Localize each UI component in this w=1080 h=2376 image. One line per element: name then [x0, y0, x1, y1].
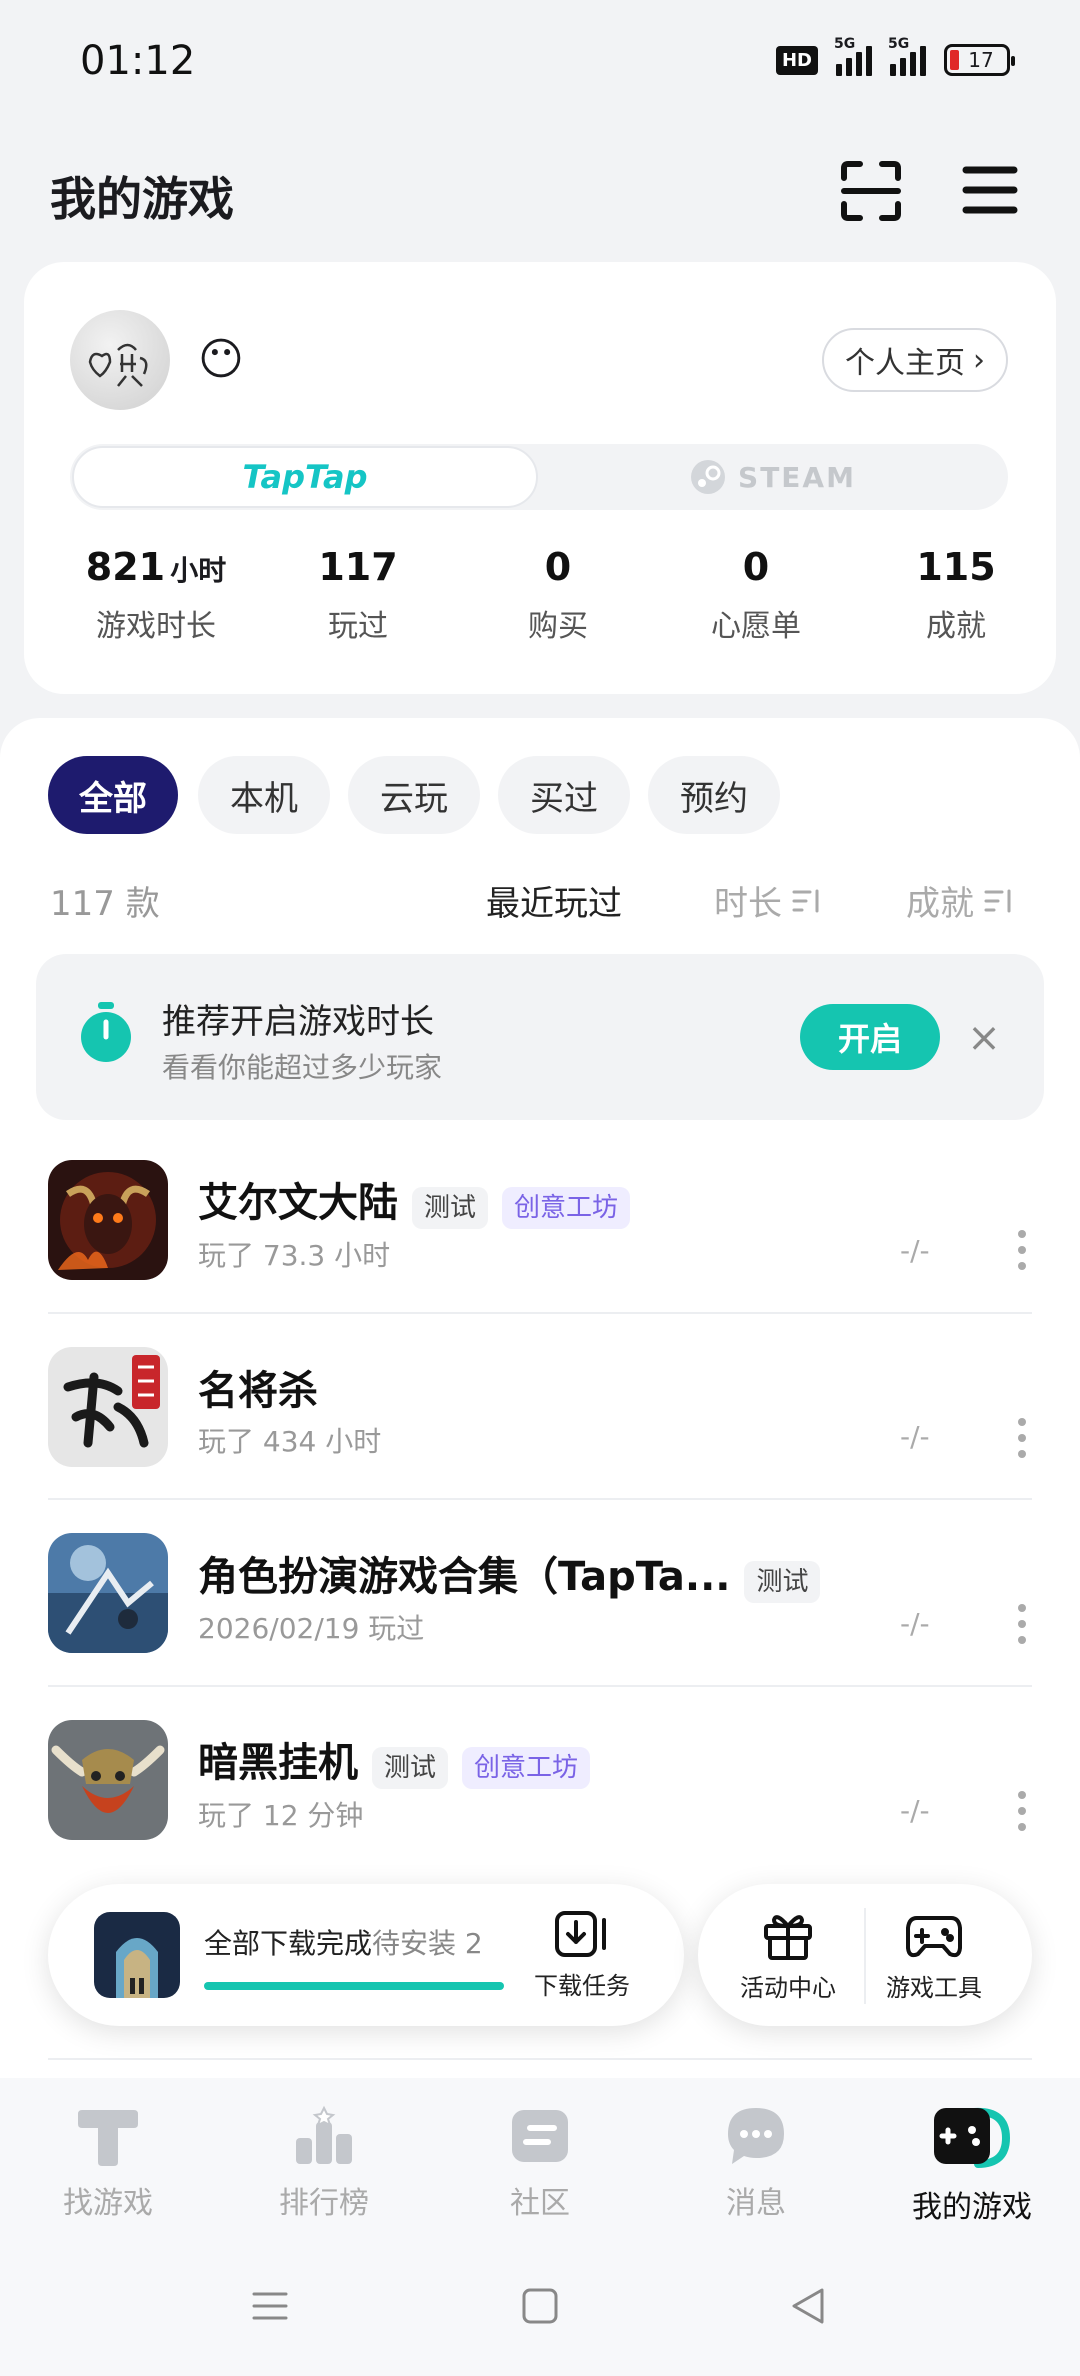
game-stat: -/-: [900, 1234, 930, 1267]
tab-taptap[interactable]: TapTap: [72, 446, 538, 508]
close-icon[interactable]: ×: [962, 1015, 1006, 1061]
signal-sim1-icon: 5G: [834, 36, 872, 76]
sort-icon: [984, 889, 1011, 912]
game-stat: -/-: [900, 1607, 930, 1640]
banner-title: 推荐开启游戏时长: [162, 1002, 434, 1042]
taptap-t-icon: [78, 2110, 138, 2166]
download-tasks-button[interactable]: 下载任务: [534, 1910, 630, 2001]
nav-community[interactable]: 社区: [460, 2104, 620, 2222]
stat-purchased[interactable]: 0 购买: [458, 545, 658, 645]
stopwatch-icon: [78, 1000, 134, 1064]
hd-voice-icon: HD: [775, 45, 818, 75]
community-icon: [512, 2110, 568, 2162]
page-title: 我的游戏: [50, 172, 234, 226]
tag-workshop: 创意工坊: [502, 1186, 631, 1229]
more-icon[interactable]: [1016, 1791, 1028, 1831]
gamepad-icon: [906, 1916, 962, 1958]
sort-recent[interactable]: 最近玩过: [486, 876, 622, 925]
game-play-time: 玩了 434 小时: [198, 1425, 382, 1458]
divider: [48, 2058, 1032, 2060]
status-time: 01:12: [80, 38, 196, 84]
chevron-right-icon: ›: [973, 342, 985, 378]
nav-messages[interactable]: 消息: [676, 2104, 836, 2222]
enable-play-time-button[interactable]: 开启: [800, 1004, 940, 1070]
status-icons: HD 5G 5G 17: [775, 36, 1015, 76]
game-item-title[interactable]: 暗黑挂机 测试 创意工坊: [198, 1730, 591, 1789]
ranking-icon: [296, 2105, 352, 2164]
filter-chip-purchased[interactable]: 买过: [498, 756, 630, 834]
my-games-icon: [934, 2107, 1011, 2168]
scan-icon[interactable]: [838, 158, 904, 224]
banner-subtitle: 看看你能超过多少玩家: [162, 1051, 443, 1084]
game-tools-button[interactable]: 游戏工具: [886, 1910, 982, 2003]
game-item-title[interactable]: 名将杀: [198, 1358, 318, 1416]
game-item-title[interactable]: 艾尔文大陆 测试 创意工坊: [198, 1170, 631, 1229]
stat-achievements[interactable]: 115 成就: [856, 545, 1056, 645]
game-icon[interactable]: [48, 1160, 168, 1280]
game-count: 117 款: [50, 884, 160, 924]
more-icon[interactable]: [1016, 1230, 1028, 1270]
game-icon[interactable]: [48, 1533, 168, 1653]
divider: [48, 1685, 1032, 1687]
filter-chip-cloud[interactable]: 云玩: [348, 756, 480, 834]
divider: [864, 1908, 866, 2004]
filter-chip-local[interactable]: 本机: [198, 756, 330, 834]
game-item-title[interactable]: 角色扮演游戏合集（TapTa... 测试: [198, 1544, 821, 1603]
nav-my-games[interactable]: 我的游戏: [892, 2104, 1052, 2226]
divider: [48, 1498, 1032, 1500]
gift-icon: [764, 1915, 812, 1960]
nav-find-games[interactable]: 找游戏: [28, 2104, 188, 2222]
game-play-time: 玩了 73.3 小时: [198, 1239, 391, 1272]
battery-icon: 17: [944, 44, 1015, 76]
tag-workshop: 创意工坊: [462, 1746, 591, 1789]
filter-chip-reserved[interactable]: 预约: [648, 756, 780, 834]
sort-icon: [792, 889, 819, 912]
tab-steam[interactable]: STEAM: [540, 446, 1006, 508]
game-icon[interactable]: [48, 1347, 168, 1467]
menu-icon[interactable]: [960, 160, 1020, 220]
download-game-thumbnail: [94, 1912, 180, 1998]
filter-chip-all[interactable]: 全部: [48, 756, 178, 834]
signal-sim2-icon: 5G: [888, 36, 926, 76]
chat-bubble-icon: [728, 2108, 784, 2164]
system-home-button[interactable]: [520, 2286, 560, 2330]
activity-center-button[interactable]: 活动中心: [740, 1910, 836, 2003]
sort-achievement[interactable]: 成就: [906, 876, 1014, 925]
game-stat: -/-: [900, 1420, 930, 1453]
tag-test: 测试: [372, 1746, 449, 1789]
stat-played[interactable]: 117 玩过: [258, 545, 458, 645]
stat-wishlist[interactable]: 0 心愿单: [656, 545, 856, 645]
download-icon: [555, 1911, 606, 1957]
steam-logo-icon: [691, 460, 726, 494]
game-icon[interactable]: [48, 1720, 168, 1840]
divider: [48, 1312, 1032, 1314]
game-play-time: 玩了 12 分钟: [198, 1799, 364, 1832]
tag-test: 测试: [744, 1560, 821, 1603]
tag-test: 测试: [412, 1186, 489, 1229]
nav-rankings[interactable]: 排行榜: [244, 2104, 404, 2222]
game-stat: -/-: [900, 1794, 930, 1827]
system-menu-button[interactable]: [250, 2286, 290, 2330]
more-icon[interactable]: [1016, 1418, 1028, 1458]
more-icon[interactable]: [1016, 1604, 1028, 1644]
stat-play-time[interactable]: 821 小时 游戏时长: [56, 545, 256, 645]
avatar[interactable]: [70, 310, 170, 410]
sort-duration[interactable]: 时长: [714, 876, 822, 925]
system-back-button[interactable]: [788, 2286, 828, 2330]
profile-homepage-button[interactable]: 个人主页 ›: [822, 328, 1008, 392]
status-emoji: 😶: [198, 334, 244, 385]
game-last-played: 2026/02/19 玩过: [198, 1612, 425, 1645]
download-status-text: 全部下载完成待安装 2: [204, 1927, 483, 1960]
download-progress-bar: [204, 1982, 504, 1990]
